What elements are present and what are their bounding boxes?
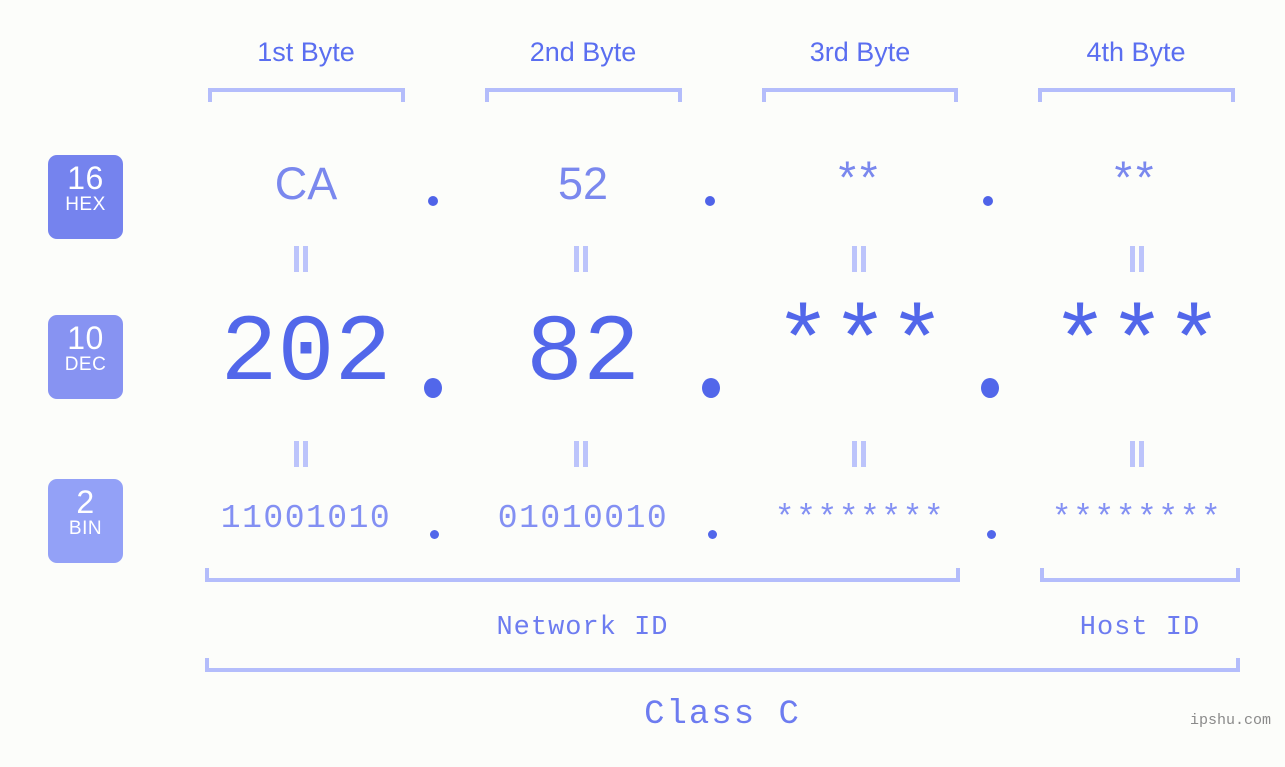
- base-badge-hex-number: 16: [67, 160, 104, 196]
- bin-byte-4: ********: [1051, 500, 1223, 537]
- bin-byte-3: ********: [774, 500, 946, 537]
- dec-byte-3: ***: [774, 292, 946, 400]
- hex-byte-2: 52: [557, 158, 609, 209]
- equals-marker-dec-bin-3: [848, 441, 870, 467]
- base-badge-dec-name: DEC: [64, 354, 107, 375]
- bin-byte-2: 01010010: [497, 500, 669, 537]
- dec-byte-1: 202: [220, 300, 392, 408]
- network-id-bracket: [205, 568, 960, 582]
- equals-marker-dec-bin-2: [570, 441, 592, 467]
- network-id-label: Network ID: [496, 613, 669, 643]
- byte-bracket-top-2: [485, 88, 682, 102]
- class-label: Class C: [644, 696, 801, 734]
- equals-marker-hex-dec-4: [1126, 246, 1148, 272]
- base-badge-bin[interactable]: 2 BIN: [48, 479, 123, 563]
- byte-bracket-top-3: [762, 88, 958, 102]
- hex-byte-3: **: [838, 152, 882, 203]
- byte-header-label-2: 2nd Byte: [529, 37, 637, 67]
- equals-marker-dec-bin-4: [1126, 441, 1148, 467]
- host-id-label: Host ID: [1079, 613, 1201, 643]
- dec-separator-dot-3: [981, 378, 999, 398]
- ip-byte-breakdown-diagram: 1st Byte 2nd Byte 3rd Byte 4th Byte 16 H…: [0, 0, 1285, 767]
- hex-separator-dot-2: [705, 196, 715, 206]
- base-badge-dec[interactable]: 10 DEC: [48, 315, 123, 399]
- equals-marker-dec-bin-1: [290, 441, 312, 467]
- base-badge-dec-number: 10: [67, 320, 104, 356]
- dec-byte-4: ***: [1051, 292, 1223, 400]
- bin-separator-dot-3: [987, 530, 996, 539]
- byte-bracket-top-4: [1038, 88, 1235, 102]
- equals-marker-hex-dec-3: [848, 246, 870, 272]
- hex-byte-1: CA: [274, 158, 338, 209]
- site-watermark: ipshu.com: [1189, 712, 1271, 729]
- dec-separator-dot-1: [424, 378, 442, 398]
- equals-marker-hex-dec-2: [570, 246, 592, 272]
- equals-marker-hex-dec-1: [290, 246, 312, 272]
- host-id-bracket: [1040, 568, 1240, 582]
- hex-separator-dot-1: [428, 196, 438, 206]
- base-badge-hex[interactable]: 16 HEX: [48, 155, 123, 239]
- hex-byte-4: **: [1114, 152, 1158, 203]
- byte-bracket-top-1: [208, 88, 405, 102]
- bin-byte-1: 11001010: [220, 500, 392, 537]
- bin-separator-dot-1: [430, 530, 439, 539]
- base-badge-bin-name: BIN: [68, 518, 103, 539]
- byte-header-label-4: 4th Byte: [1086, 37, 1186, 67]
- base-badge-bin-number: 2: [76, 484, 95, 520]
- bin-separator-dot-2: [708, 530, 717, 539]
- hex-separator-dot-3: [983, 196, 993, 206]
- byte-header-label-1: 1st Byte: [257, 37, 355, 67]
- byte-header-label-3: 3rd Byte: [809, 37, 911, 67]
- dec-separator-dot-2: [702, 378, 720, 398]
- class-bracket: [205, 658, 1240, 672]
- base-badge-hex-name: HEX: [65, 194, 106, 215]
- dec-byte-2: 82: [525, 300, 641, 408]
